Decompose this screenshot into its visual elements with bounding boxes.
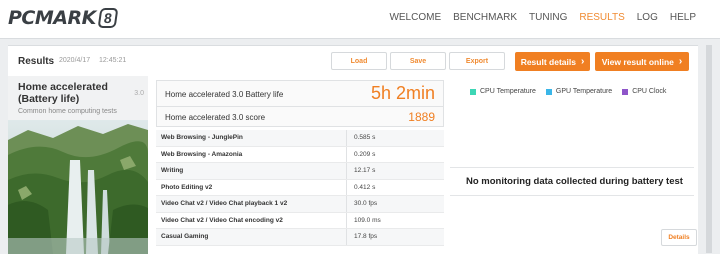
load-button[interactable]: Load <box>331 52 387 70</box>
details-button[interactable]: Details <box>661 229 697 246</box>
legend-swatch <box>470 88 476 95</box>
legend-label: CPU Clock <box>632 88 667 95</box>
nav-welcome[interactable]: WELCOME <box>389 12 441 23</box>
waterfall-landscape-image <box>8 120 148 254</box>
save-button[interactable]: Save <box>390 52 446 70</box>
legend-gpu-temperature[interactable]: GPU Temperature <box>545 88 613 95</box>
no-monitoring-message: No monitoring data collected during batt… <box>466 176 683 187</box>
nav-help[interactable]: HELP <box>670 12 696 23</box>
result-details-button[interactable]: Result details › <box>515 52 590 71</box>
subtests-table: Web Browsing - JunglePin 0.585 s Web Bro… <box>156 130 444 246</box>
app-logo: PCMARK 8 <box>8 7 119 29</box>
logo-version-badge: 8 <box>97 8 119 28</box>
column-divider <box>346 163 347 179</box>
subtest-name: Video Chat v2 / Video Chat encoding v2 <box>161 216 283 224</box>
legend-swatch <box>545 88 552 95</box>
results-panel: Results 2020/4/17 12:45:21 Load Save Exp… <box>8 45 698 254</box>
chevron-right-icon: › <box>678 56 683 67</box>
subtest-name: Photo Editing v2 <box>161 183 213 191</box>
legend-label: CPU Temperature <box>480 88 536 95</box>
top-bar: PCMARK 8 WELCOME BENCHMARK TUNING RESULT… <box>0 0 720 39</box>
save-button-label: Save <box>409 57 427 65</box>
subtest-value: 0.209 s <box>354 150 376 158</box>
subtest-name: Video Chat v2 / Video Chat playback 1 v2 <box>161 200 288 207</box>
test-name: Home accelerated (Battery life) <box>18 81 108 105</box>
subtest-name: Casual Gaming <box>161 233 209 240</box>
score-row: Home accelerated 3.0 score 1889 <box>156 107 444 127</box>
scrollbar[interactable] <box>706 45 712 253</box>
test-version: 3.0 <box>134 90 144 97</box>
score-value: 1889 <box>408 110 435 124</box>
details-button-label: Details <box>668 234 690 241</box>
test-banner-image <box>8 120 148 254</box>
battery-life-label: Home accelerated 3.0 Battery life <box>165 90 284 99</box>
table-row: Writing 12.17 s <box>156 163 444 180</box>
load-button-label: Load <box>350 57 368 65</box>
score-block: Home accelerated 3.0 Battery life 5h 2mi… <box>156 80 444 127</box>
nav-results[interactable]: RESULTS <box>579 12 624 23</box>
chevron-right-icon: › <box>580 56 585 67</box>
subtest-value: 12.17 s <box>354 167 376 174</box>
nav-tuning[interactable]: TUNING <box>529 12 567 23</box>
column-divider <box>346 179 347 195</box>
view-online-label: View result online <box>601 56 674 67</box>
legend-label: GPU Temperature <box>555 88 613 95</box>
column-divider <box>346 130 347 146</box>
table-row: Web Browsing - JunglePin 0.585 s <box>156 130 444 147</box>
legend-cpu-temperature[interactable]: CPU Temperature <box>470 88 536 95</box>
subtest-name: Web Browsing - Amazonia <box>161 150 243 158</box>
result-details-label: Result details <box>520 56 576 67</box>
battery-life-value: 5h 2min <box>370 83 435 103</box>
nav-log[interactable]: LOG <box>637 12 658 23</box>
column-divider <box>346 229 347 245</box>
result-time: 12:45:21 <box>99 57 127 64</box>
subtest-value: 0.412 s <box>354 183 376 191</box>
divider <box>450 167 694 168</box>
results-title: Results <box>18 56 55 67</box>
column-divider <box>346 196 347 212</box>
subtest-value: 17.8 fps <box>354 233 378 240</box>
column-divider <box>346 146 347 162</box>
table-row: Photo Editing v2 0.412 s <box>156 179 444 196</box>
table-row: Video Chat v2 / Video Chat encoding v2 1… <box>156 212 444 229</box>
monitoring-legend: CPU Temperature GPU Temperature CPU Cloc… <box>470 88 676 95</box>
battery-life-row: Home accelerated 3.0 Battery life 5h 2mi… <box>156 80 444 107</box>
score-label: Home accelerated 3.0 score <box>165 113 266 122</box>
test-description: Common home computing tests <box>18 108 117 115</box>
divider <box>450 195 694 196</box>
legend-swatch <box>622 88 629 95</box>
main-nav: WELCOME BENCHMARK TUNING RESULTS LOG HEL… <box>377 12 696 23</box>
nav-benchmark[interactable]: BENCHMARK <box>453 12 517 23</box>
monitoring-panel: CPU Temperature GPU Temperature CPU Cloc… <box>448 80 697 254</box>
subtest-value: 30.0 fps <box>354 200 378 207</box>
subtest-name: Web Browsing - JunglePin <box>161 134 243 141</box>
export-button-label: Export <box>465 57 489 65</box>
table-row: Video Chat v2 / Video Chat playback 1 v2… <box>156 196 444 213</box>
table-row: Casual Gaming 17.8 fps <box>156 229 444 246</box>
test-card: Home accelerated (Battery life) 3.0 Comm… <box>8 76 148 254</box>
subtest-value: 109.0 ms <box>354 216 381 224</box>
export-button[interactable]: Export <box>449 52 505 70</box>
result-date: 2020/4/17 <box>59 57 91 64</box>
subtest-value: 0.585 s <box>354 134 376 141</box>
column-divider <box>346 212 347 228</box>
logo-text: PCMARK <box>8 7 96 29</box>
subtest-name: Writing <box>161 167 184 174</box>
view-result-online-button[interactable]: View result online › <box>595 52 689 71</box>
table-row: Web Browsing - Amazonia 0.209 s <box>156 146 444 163</box>
legend-cpu-clock[interactable]: CPU Clock <box>622 88 666 95</box>
